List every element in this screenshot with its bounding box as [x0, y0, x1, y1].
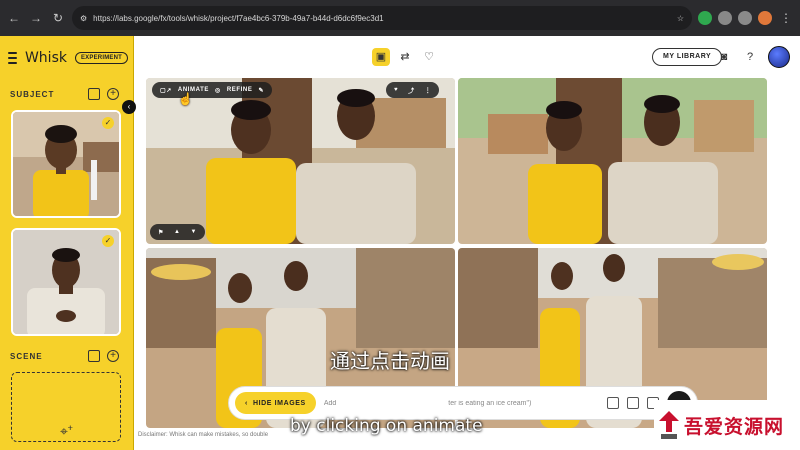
watermark-logo-icon: [659, 411, 679, 439]
view-toolbar: ▣ ⇄ ♡: [372, 48, 438, 66]
app-title: Whisk: [24, 50, 67, 66]
profile-avatar[interactable]: [758, 11, 772, 25]
image-feedback-bar: ⚑ ▲ ▼: [150, 224, 206, 240]
edit-icon[interactable]: ✎: [258, 87, 264, 94]
images-view-icon[interactable]: ▣: [372, 48, 390, 66]
reload-icon[interactable]: ↻: [50, 10, 66, 26]
subject-section-label: SUBJECT: [10, 90, 55, 99]
share-icon[interactable]: ⤴: [408, 86, 415, 95]
sidebar-header: Whisk EXPERIMENT: [8, 46, 128, 70]
thumbs-up-icon[interactable]: ▲: [174, 229, 181, 235]
prompt-placeholder-start: Add: [323, 399, 337, 407]
animate-icon[interactable]: ▢↗: [160, 87, 172, 94]
address-bar[interactable]: ⚙ https://labs.google/fx/tools/whisk/pro…: [72, 6, 692, 30]
generated-image-2[interactable]: [458, 78, 767, 244]
subject-card-woman[interactable]: ✓: [11, 110, 121, 218]
downloads-icon[interactable]: [738, 11, 752, 25]
back-icon[interactable]: ←: [6, 10, 22, 26]
add-subject-icon[interactable]: +: [107, 88, 119, 100]
chevron-left-icon: ‹: [245, 399, 248, 407]
hide-images-label: HIDE IMAGES: [252, 399, 306, 407]
image-quick-actions: ♥ ⤴ ⋮: [386, 82, 440, 98]
flag-icon[interactable]: ⚑: [158, 229, 164, 236]
scene-dropzone[interactable]: ⌖⁺: [11, 372, 121, 442]
browser-menu-icon[interactable]: ⋮: [778, 10, 794, 26]
more-options-icon[interactable]: ⋮: [425, 87, 432, 94]
user-avatar[interactable]: [768, 46, 790, 68]
site-info-icon[interactable]: ⚙: [80, 14, 87, 23]
subtitle-chinese: 通过点击动画: [330, 349, 450, 373]
couple-under-tree-image: [458, 78, 767, 244]
remix-icon[interactable]: ⇄: [396, 48, 414, 66]
forward-icon[interactable]: →: [28, 10, 44, 26]
watermark: 吾爱资源网: [654, 400, 800, 450]
bookmark-star-icon[interactable]: ☆: [677, 14, 684, 23]
discord-icon[interactable]: ◙: [716, 49, 732, 65]
favorites-heart-icon[interactable]: ♡: [420, 48, 438, 66]
favorite-heart-icon[interactable]: ♥: [394, 87, 398, 93]
prompt-input[interactable]: Add ter is eating an ice cream"): [324, 400, 599, 407]
collapse-sidebar-icon[interactable]: ‹: [122, 100, 136, 114]
subject-card-man[interactable]: ✓: [11, 228, 121, 336]
mouse-cursor-icon: ☝: [178, 92, 193, 106]
extensions-puzzle-icon[interactable]: [718, 11, 732, 25]
menu-icon[interactable]: [8, 52, 17, 64]
selected-check-icon: ✓: [102, 235, 114, 247]
scene-section-label: SCENE: [10, 352, 43, 361]
hide-images-button[interactable]: ‹ HIDE IMAGES: [235, 392, 316, 414]
selected-check-icon: ✓: [102, 117, 114, 129]
thumbs-down-icon[interactable]: ▼: [191, 229, 198, 235]
watermark-text: 吾爱资源网: [684, 415, 785, 438]
image-settings-icon[interactable]: [627, 397, 639, 409]
image-upload-icon[interactable]: [88, 88, 100, 100]
location-pin-icon: ⌖⁺: [60, 423, 73, 439]
disclaimer-text: Disclaimer: Whisk can make mistakes, so …: [138, 432, 269, 438]
image-upload-icon[interactable]: [88, 350, 100, 362]
refine-button[interactable]: REFINE: [227, 87, 253, 93]
image-action-bar: ▢↗ ANIMATE ◎ REFINE ✎: [152, 82, 273, 98]
extension-icon[interactable]: [698, 11, 712, 25]
subtitle-english: by clicking on animate: [290, 416, 483, 436]
aspect-ratio-icon[interactable]: [607, 397, 619, 409]
browser-toolbar: ← → ↻ ⚙ https://labs.google/fx/tools/whi…: [0, 0, 800, 36]
whisk-app: Whisk EXPERIMENT SUBJECT + ✓ ✓ SCENE + ⌖…: [0, 36, 800, 450]
add-scene-icon[interactable]: +: [107, 350, 119, 362]
prompt-bar: ‹ HIDE IMAGES Add ter is eating an ice c…: [228, 386, 698, 420]
experiment-badge: EXPERIMENT: [74, 52, 128, 64]
help-icon[interactable]: ?: [742, 49, 758, 65]
prompt-placeholder-end: ter is eating an ice cream"): [448, 399, 532, 407]
my-library-button[interactable]: MY LIBRARY: [652, 48, 723, 66]
generated-image-1[interactable]: ▢↗ ANIMATE ◎ REFINE ✎ ♥ ⤴ ⋮ ⚑ ▲ ▼ ☝: [146, 78, 455, 244]
sidebar: Whisk EXPERIMENT SUBJECT + ✓ ✓ SCENE + ⌖…: [0, 36, 134, 450]
url-text: https://labs.google/fx/tools/whisk/proje…: [93, 13, 384, 23]
refine-icon[interactable]: ◎: [215, 87, 221, 94]
